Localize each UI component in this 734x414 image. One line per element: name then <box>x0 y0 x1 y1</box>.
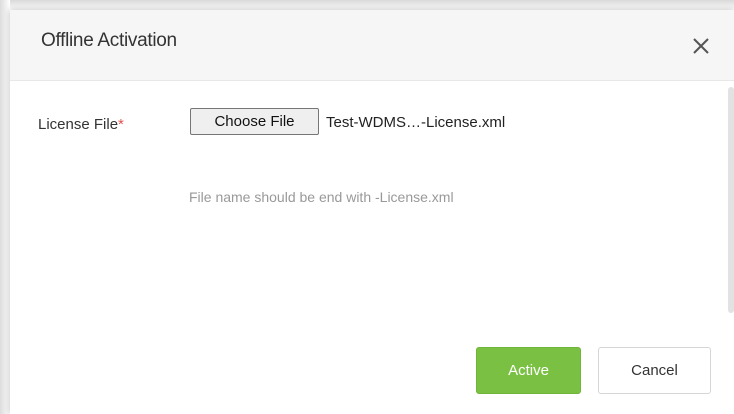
choose-file-button[interactable]: Choose File <box>190 108 319 135</box>
active-button[interactable]: Active <box>476 347 581 394</box>
backdrop-shadow-top <box>0 0 734 10</box>
close-button[interactable] <box>686 30 716 60</box>
cancel-button[interactable]: Cancel <box>598 347 711 394</box>
screen: Offline Activation License File* Choose … <box>0 0 734 414</box>
selected-file-name: Test-WDMS…-License.xml <box>326 114 506 131</box>
dialog-header: Offline Activation <box>10 10 734 81</box>
license-file-label-text: License File <box>38 116 119 133</box>
offline-activation-dialog: Offline Activation License File* Choose … <box>10 10 734 414</box>
license-file-label: License File* <box>38 116 124 133</box>
required-marker: * <box>118 116 124 133</box>
file-name-hint: File name should be end with -License.xm… <box>189 189 454 205</box>
backdrop-shadow-left <box>0 0 10 414</box>
close-icon <box>693 38 709 54</box>
dialog-title: Offline Activation <box>41 30 177 51</box>
dialog-scrollbar[interactable] <box>728 87 734 313</box>
